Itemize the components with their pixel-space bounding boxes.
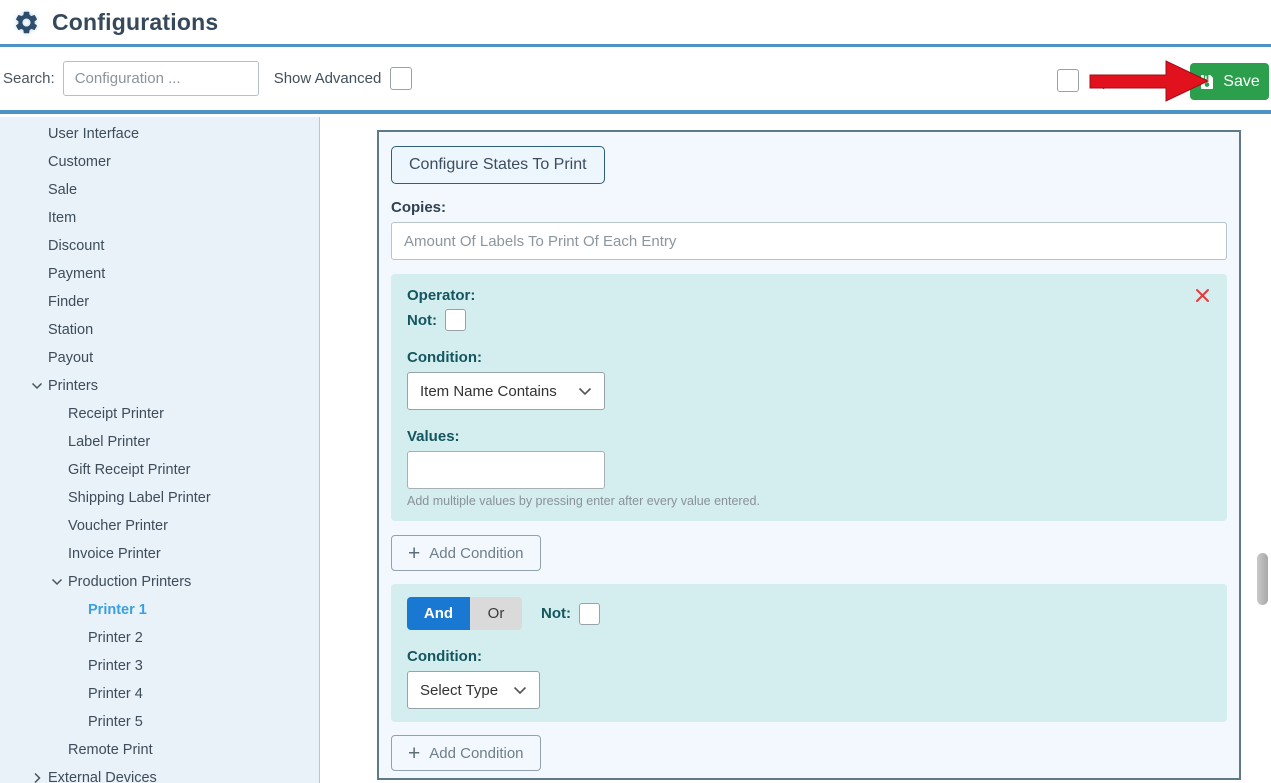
update-for-all-label: Update For All	[1091, 73, 1189, 90]
sidebar-item-shipping-label-printer[interactable]: Shipping Label Printer	[0, 484, 319, 512]
sidebar-item-invoice-printer[interactable]: Invoice Printer	[0, 540, 319, 568]
sidebar-item-printer-1[interactable]: Printer 1	[0, 596, 319, 624]
chevron-down-icon	[50, 575, 64, 589]
sidebar-item-label: Printers	[48, 378, 98, 394]
sidebar-nav: User Interface Customer Sale Item Discount Pa…	[0, 117, 320, 783]
show-advanced-checkbox[interactable]	[390, 67, 412, 90]
sidebar-item-label: Printer 5	[88, 714, 143, 730]
sidebar-item-printers[interactable]: Printers	[0, 372, 319, 400]
sidebar-item-remote-print[interactable]: Remote Print	[0, 736, 319, 764]
sidebar-item-customer[interactable]: Customer	[0, 148, 319, 176]
sidebar-item-label: Production Printers	[68, 574, 191, 590]
show-advanced-label: Show Advanced	[274, 70, 382, 87]
condition-block-1: Operator: Not: Condition: Item Name Cont…	[391, 274, 1227, 521]
add-condition-button[interactable]: + Add Condition	[391, 535, 541, 571]
chevron-down-icon	[513, 686, 527, 695]
sidebar-item-external-devices[interactable]: External Devices	[0, 764, 319, 783]
sidebar-item-gift-receipt-printer[interactable]: Gift Receipt Printer	[0, 456, 319, 484]
values-hint: Add multiple values by pressing enter af…	[407, 494, 1211, 508]
sidebar-item-voucher-printer[interactable]: Voucher Printer	[0, 512, 319, 540]
sidebar-item-label: Printer 2	[88, 630, 143, 646]
sidebar-item-printer-2[interactable]: Printer 2	[0, 624, 319, 652]
sidebar-item-discount[interactable]: Discount	[0, 232, 319, 260]
sidebar-item-receipt-printer[interactable]: Receipt Printer	[0, 400, 319, 428]
sidebar-item-label: Invoice Printer	[68, 546, 161, 562]
add-condition-button[interactable]: + Add Condition	[391, 735, 541, 771]
sidebar-item-finder[interactable]: Finder	[0, 288, 319, 316]
sidebar-item-label: External Devices	[48, 770, 157, 783]
sidebar-item-label: Sale	[48, 182, 77, 198]
sidebar-item-station[interactable]: Station	[0, 316, 319, 344]
page-title: Configurations	[52, 9, 218, 36]
condition-label: Condition:	[407, 349, 1211, 366]
sidebar-item-sale[interactable]: Sale	[0, 176, 319, 204]
not-label: Not:	[541, 605, 571, 622]
sidebar-item-label: Gift Receipt Printer	[68, 462, 191, 478]
remove-condition-icon[interactable]	[1194, 287, 1211, 304]
sidebar-item-label-printer[interactable]: Label Printer	[0, 428, 319, 456]
scrollbar-thumb[interactable]	[1257, 553, 1268, 605]
sidebar-item-payment[interactable]: Payment	[0, 260, 319, 288]
sidebar-item-label: Printer 1	[88, 602, 147, 618]
not-label: Not:	[407, 312, 437, 329]
sidebar-item-label: Discount	[48, 238, 104, 254]
sidebar-item-item[interactable]: Item	[0, 204, 319, 232]
save-floppy-icon	[1199, 74, 1215, 90]
chevron-right-icon	[30, 771, 44, 783]
chevron-down-icon	[578, 387, 592, 396]
values-label: Values:	[407, 428, 1211, 445]
sidebar-item-label: Payment	[48, 266, 105, 282]
condition-type-select[interactable]: Select Type	[407, 671, 540, 709]
sidebar-item-label: Station	[48, 322, 93, 338]
gear-icon	[13, 9, 40, 36]
configure-states-button[interactable]: Configure States To Print	[391, 146, 605, 184]
app-header: Configurations	[0, 0, 1271, 47]
add-condition-label: Add Condition	[429, 545, 523, 562]
search-input[interactable]	[63, 61, 259, 96]
save-button-label: Save	[1223, 73, 1259, 91]
save-button[interactable]: Save	[1190, 63, 1269, 100]
sidebar-item-printer-3[interactable]: Printer 3	[0, 652, 319, 680]
condition-label: Condition:	[407, 648, 1211, 665]
sidebar-item-printer-4[interactable]: Printer 4	[0, 680, 319, 708]
condition-block-2: And Or Not: Condition: Select Type	[391, 584, 1227, 722]
operator-label: Operator:	[407, 287, 1211, 304]
add-condition-label: Add Condition	[429, 745, 523, 762]
not-checkbox[interactable]	[579, 603, 600, 625]
toolbar: Search: Show Advanced Update For All Sav…	[0, 47, 1271, 114]
or-toggle-button[interactable]: Or	[470, 597, 522, 630]
sidebar-item-label: Printer 3	[88, 658, 143, 674]
condition-type-value: Item Name Contains	[420, 383, 557, 400]
sidebar-item-payout[interactable]: Payout	[0, 344, 319, 372]
and-toggle-button[interactable]: And	[407, 597, 470, 630]
printer-config-panel: Configure States To Print Copies: Operat…	[377, 130, 1241, 780]
sidebar-item-label: Label Printer	[68, 434, 150, 450]
copies-input[interactable]	[391, 222, 1227, 260]
sidebar-item-user-interface[interactable]: User Interface	[0, 120, 319, 148]
sidebar-item-label: User Interface	[48, 126, 139, 142]
sidebar-item-label: Customer	[48, 154, 111, 170]
sidebar-item-printer-5[interactable]: Printer 5	[0, 708, 319, 736]
condition-type-select[interactable]: Item Name Contains	[407, 372, 605, 410]
sidebar-item-label: Remote Print	[68, 742, 153, 758]
sidebar-item-label: Shipping Label Printer	[68, 490, 211, 506]
sidebar-item-production-printers[interactable]: Production Printers	[0, 568, 319, 596]
condition-type-value: Select Type	[420, 682, 498, 699]
sidebar-item-label: Printer 4	[88, 686, 143, 702]
values-input[interactable]	[407, 451, 605, 489]
sidebar-item-label: Finder	[48, 294, 89, 310]
search-label: Search:	[3, 70, 55, 87]
plus-icon: +	[408, 543, 420, 564]
copies-label: Copies:	[391, 199, 1227, 216]
sidebar-item-label: Receipt Printer	[68, 406, 164, 422]
sidebar-item-label: Voucher Printer	[68, 518, 168, 534]
plus-icon: +	[408, 743, 420, 764]
sidebar-item-label: Item	[48, 210, 76, 226]
chevron-down-icon	[30, 379, 44, 393]
sidebar-item-label: Payout	[48, 350, 93, 366]
not-checkbox[interactable]	[445, 309, 466, 331]
update-for-all-checkbox[interactable]	[1057, 69, 1079, 92]
main-content: Configure States To Print Copies: Operat…	[320, 117, 1271, 783]
